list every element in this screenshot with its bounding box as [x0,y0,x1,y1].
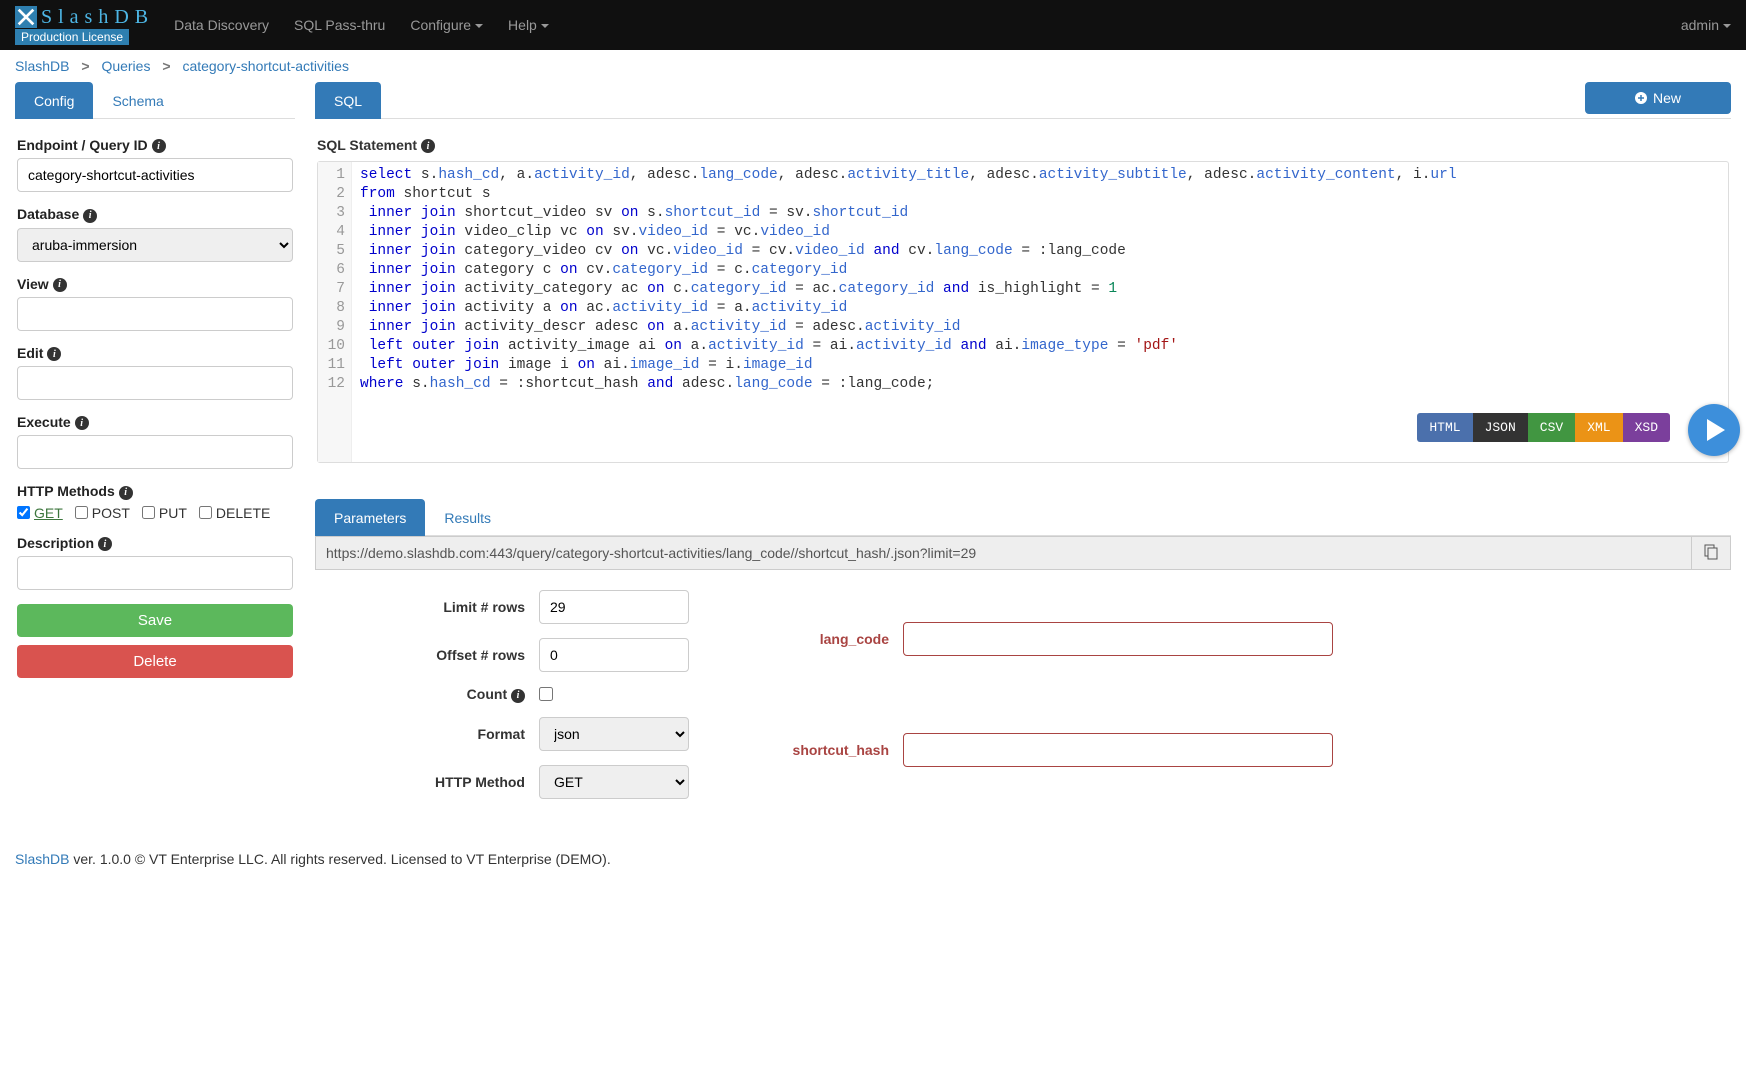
tab-sql[interactable]: SQL [315,82,381,119]
label-lang-code: lang_code [749,631,889,647]
new-button[interactable]: New [1585,82,1731,114]
sidebar-tabs: Config Schema [15,82,295,119]
chevron-down-icon [475,24,483,28]
shortcut-hash-input[interactable] [903,733,1333,767]
description-input[interactable] [17,556,293,590]
tab-schema[interactable]: Schema [93,82,182,119]
url-display[interactable] [315,536,1692,570]
breadcrumb-section[interactable]: Queries [101,58,150,74]
user-menu[interactable]: admin [1681,17,1731,33]
tab-results[interactable]: Results [425,499,510,536]
method-put-label: PUT [159,505,187,521]
label-view: View i [17,276,293,292]
label-method: HTTP Method [355,774,525,790]
method-post-checkbox[interactable] [75,506,88,519]
logo-icon [15,6,37,28]
breadcrumb-current[interactable]: category-shortcut-activities [182,58,349,74]
sql-statement-label: SQL Statement i [317,137,1729,153]
label-shortcut-hash: shortcut_hash [749,742,889,758]
fmt-json[interactable]: JSON [1473,413,1528,442]
info-icon[interactable]: i [98,537,112,551]
nav-data-discovery[interactable]: Data Discovery [174,17,269,33]
chevron-down-icon [541,24,549,28]
breadcrumb-root[interactable]: SlashDB [15,58,69,74]
label-limit: Limit # rows [355,599,525,615]
label-offset: Offset # rows [355,647,525,663]
method-get-link[interactable]: GET [34,505,63,521]
tab-parameters[interactable]: Parameters [315,499,425,536]
nav-links: Data Discovery SQL Pass-thru Configure H… [174,17,1681,33]
tab-config[interactable]: Config [15,82,93,119]
line-gutter: 123456789101112 [318,162,352,462]
nav-sql-passthru[interactable]: SQL Pass-thru [294,17,385,33]
label-endpoint: Endpoint / Query ID i [17,137,293,153]
chevron-down-icon [1723,24,1731,28]
info-icon[interactable]: i [75,416,89,430]
info-icon[interactable]: i [53,278,67,292]
method-delete-checkbox[interactable] [199,506,212,519]
method-get-checkbox[interactable] [17,506,30,519]
execute-button[interactable] [1688,404,1740,456]
breadcrumb: SlashDB > Queries > category-shortcut-ac… [0,50,1746,82]
view-input[interactable] [17,297,293,331]
footer-text: ver. 1.0.0 © VT Enterprise LLC. All righ… [69,851,610,867]
info-icon[interactable]: i [421,139,435,153]
http-methods: GET POST PUT DELETE [17,505,293,521]
sql-editor[interactable]: 123456789101112 select s.hash_cd, a.acti… [317,161,1729,463]
sidebar: Config Schema Endpoint / Query ID i Data… [15,82,295,819]
method-delete-label: DELETE [216,505,270,521]
fmt-xml[interactable]: XML [1575,413,1622,442]
label-database: Database i [17,206,293,222]
label-edit: Edit i [17,345,293,361]
count-checkbox[interactable] [539,687,553,701]
edit-input[interactable] [17,366,293,400]
label-execute: Execute i [17,414,293,430]
method-post-label: POST [92,505,130,521]
save-button[interactable]: Save [17,604,293,637]
brand-name: SlashDB [41,6,154,29]
label-http-methods: HTTP Methods i [17,483,293,499]
format-bar: HTML JSON CSV XML XSD [1417,413,1670,442]
label-format: Format [355,726,525,742]
database-select[interactable]: aruba-immersion [17,228,293,262]
brand[interactable]: SlashDB Production License [15,6,154,45]
plus-icon [1635,92,1647,104]
label-count: Count i [355,686,525,702]
content: SQL New SQL Statement i 123456789101112 … [315,82,1731,819]
label-description: Description i [17,535,293,551]
copy-icon [1704,544,1718,560]
offset-input[interactable] [539,638,689,672]
info-icon[interactable]: i [119,486,133,500]
copy-url-button[interactable] [1692,536,1731,570]
method-put-checkbox[interactable] [142,506,155,519]
breadcrumb-sep: > [162,58,170,74]
delete-button[interactable]: Delete [17,645,293,678]
lang-code-input[interactable] [903,622,1333,656]
footer: SlashDB ver. 1.0.0 © VT Enterprise LLC. … [0,839,1746,879]
method-select[interactable]: GET [539,765,689,799]
limit-input[interactable] [539,590,689,624]
info-icon[interactable]: i [47,347,61,361]
footer-brand[interactable]: SlashDB [15,851,69,867]
navbar: SlashDB Production License Data Discover… [0,0,1746,50]
fmt-csv[interactable]: CSV [1528,413,1575,442]
nav-configure[interactable]: Configure [410,17,483,33]
fmt-xsd[interactable]: XSD [1623,413,1670,442]
format-select[interactable]: json [539,717,689,751]
info-icon[interactable]: i [511,689,525,703]
fmt-html[interactable]: HTML [1417,413,1472,442]
info-icon[interactable]: i [152,139,166,153]
info-icon[interactable]: i [83,209,97,223]
breadcrumb-sep: > [81,58,89,74]
endpoint-input[interactable] [17,158,293,192]
execute-input[interactable] [17,435,293,469]
license-badge: Production License [15,29,129,45]
nav-help[interactable]: Help [508,17,549,33]
